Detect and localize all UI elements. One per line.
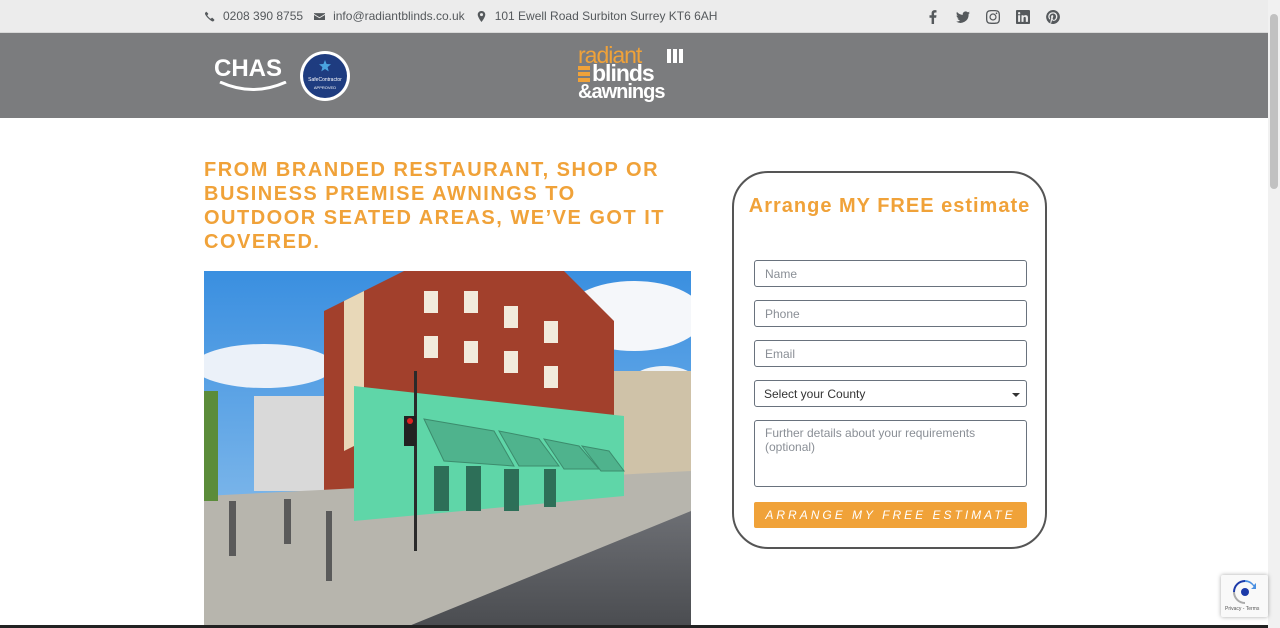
county-select[interactable]: Select your County xyxy=(754,380,1027,407)
chevron-down-icon xyxy=(1012,393,1020,397)
contact-info: 0208 390 8755 info@radiantblinds.co.uk 1… xyxy=(204,9,728,23)
safecontractor-approved: APPROVED xyxy=(313,84,337,90)
chas-swoosh-icon xyxy=(219,81,287,91)
email-item[interactable]: info@radiantblinds.co.uk xyxy=(314,9,465,23)
phone-item[interactable]: 0208 390 8755 xyxy=(204,9,303,23)
storefront-photo xyxy=(204,271,691,628)
page-headline: FROM BRANDED RESTAURANT, SHOP OR BUSINES… xyxy=(204,159,666,253)
top-contact-bar: 0208 390 8755 info@radiantblinds.co.uk 1… xyxy=(0,0,1268,33)
social-links xyxy=(925,9,1075,25)
pinterest-icon[interactable] xyxy=(1045,9,1061,25)
star-icon xyxy=(319,60,331,72)
address-item: 101 Ewell Road Surbiton Surrey KT6 6AH xyxy=(476,9,718,23)
chas-logo-text: CHAS xyxy=(214,55,283,82)
envelope-icon xyxy=(314,12,326,20)
recaptcha-icon xyxy=(1233,580,1256,604)
safecontractor-inner: SafeContractor APPROVED xyxy=(303,54,347,98)
estimate-form: Arrange MY FREE estimate Select your Cou… xyxy=(732,171,1047,549)
recaptcha-badge[interactable]: Privacy - Terms xyxy=(1221,575,1268,617)
phone-text: 0208 390 8755 xyxy=(223,9,304,23)
logo-bars-icon xyxy=(667,49,683,63)
recaptcha-links[interactable]: Privacy - Terms xyxy=(1225,606,1259,612)
name-field[interactable] xyxy=(754,260,1027,287)
email-text: info@radiantblinds.co.uk xyxy=(333,9,465,23)
address-text: 101 Ewell Road Surbiton Surrey KT6 6AH xyxy=(494,9,718,23)
phone-field[interactable] xyxy=(754,300,1027,327)
logo-orange-bars-icon xyxy=(578,66,590,82)
safecontractor-text: SafeContractor xyxy=(308,76,342,83)
chas-logo[interactable]: CHAS xyxy=(214,55,292,99)
safecontractor-badge[interactable]: SafeContractor APPROVED xyxy=(300,51,350,101)
linkedin-icon[interactable] xyxy=(1015,9,1031,25)
map-pin-icon xyxy=(477,10,485,22)
radiant-blinds-logo[interactable]: radiant blinds &awnings xyxy=(578,44,686,104)
county-select-value: Select your County xyxy=(764,387,866,401)
storefront-image xyxy=(204,271,691,628)
details-textarea[interactable] xyxy=(754,420,1027,487)
twitter-icon[interactable] xyxy=(955,9,971,25)
email-field[interactable] xyxy=(754,340,1027,367)
logo-awnings: &awnings xyxy=(578,81,665,103)
form-title: Arrange MY FREE estimate xyxy=(748,195,1031,217)
facebook-icon[interactable] xyxy=(925,9,941,25)
submit-button[interactable]: ARRANGE MY FREE ESTIMATE xyxy=(754,502,1027,528)
phone-icon xyxy=(204,11,215,21)
scrollbar-thumb[interactable] xyxy=(1270,14,1278,189)
instagram-icon[interactable] xyxy=(985,9,1001,25)
site-header: CHAS SafeContractor APPROVED radiant bli… xyxy=(0,33,1268,118)
page-scrollbar[interactable] xyxy=(1268,0,1280,628)
